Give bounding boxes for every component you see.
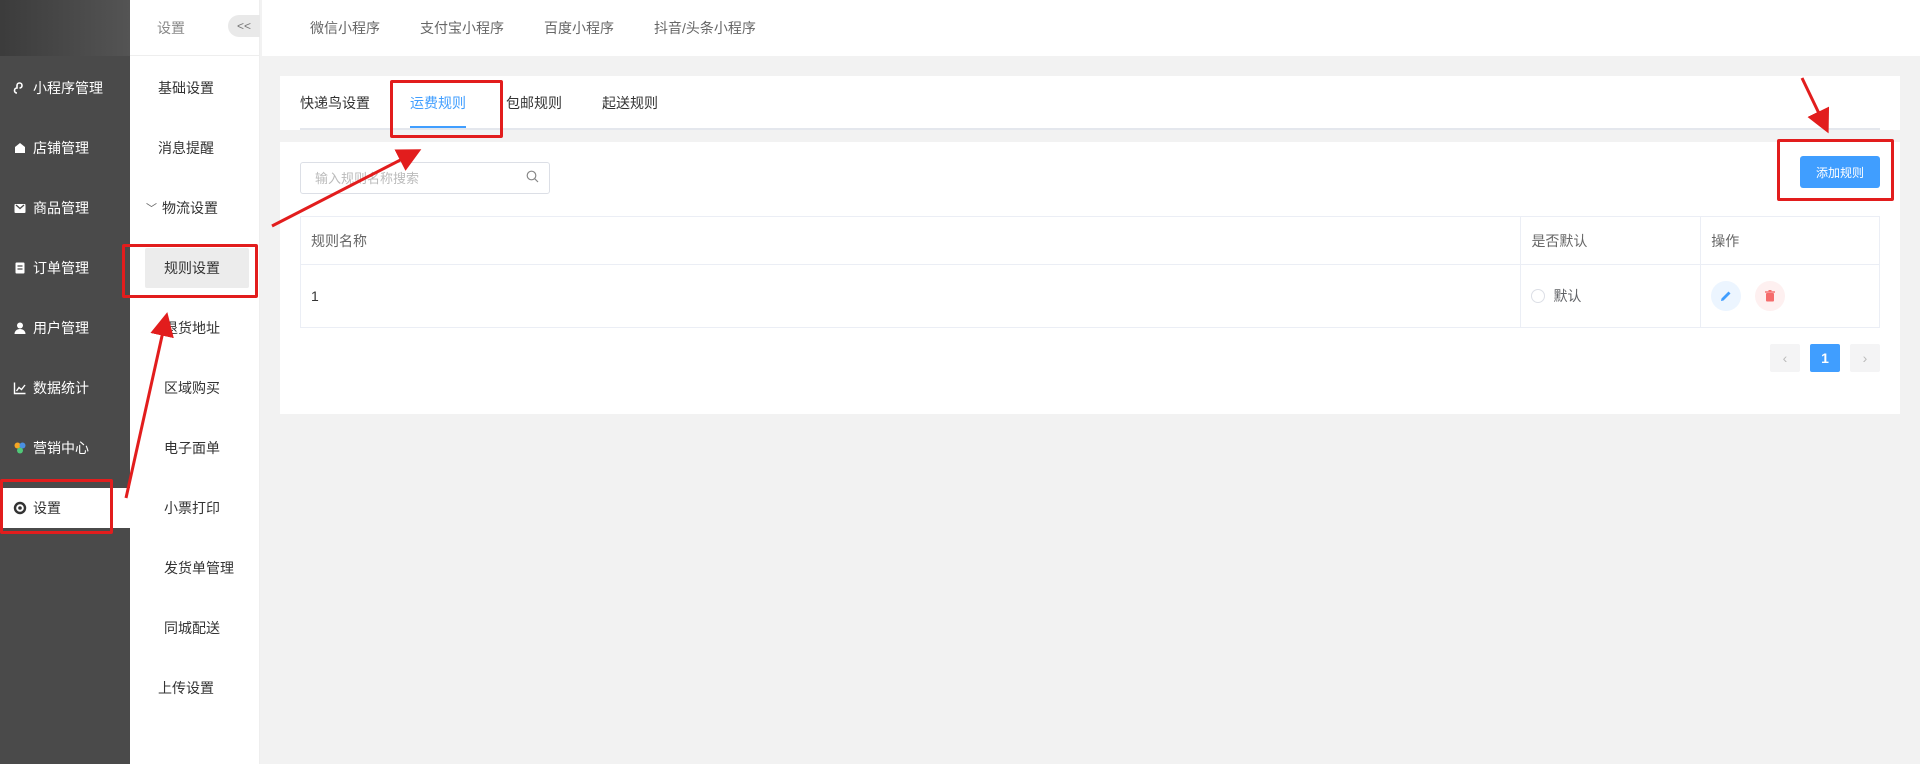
annotation-arrows	[124, 77, 1830, 499]
